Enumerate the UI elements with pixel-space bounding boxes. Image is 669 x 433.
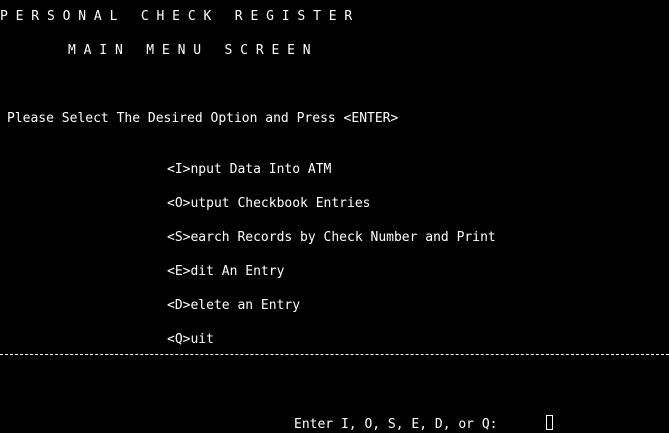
menu-option-quit[interactable]: <Q>uit: [167, 332, 214, 348]
menu-option-output[interactable]: <O>utput Checkbook Entries: [167, 196, 371, 212]
app-title: P E R S O N A L C H E C K R E G I S T E …: [0, 9, 353, 24]
input-prompt-label: Enter I, O, S, E, D, or Q:: [294, 417, 498, 432]
menu-option-delete[interactable]: <D>elete an Entry: [167, 298, 300, 314]
menu-option-search[interactable]: <S>earch Records by Check Number and Pri…: [167, 230, 496, 246]
text-cursor-input[interactable]: [546, 415, 553, 430]
dashed-divider: [0, 354, 669, 356]
menu-option-input[interactable]: <I>nput Data Into ATM: [167, 162, 331, 178]
screen-subtitle: M A I N M E N U S C R E E N: [68, 43, 311, 58]
menu-option-edit[interactable]: <E>dit An Entry: [167, 264, 284, 280]
terminal-screen: P E R S O N A L C H E C K R E G I S T E …: [0, 0, 669, 432]
instruction-text: Please Select The Desired Option and Pre…: [7, 111, 399, 126]
